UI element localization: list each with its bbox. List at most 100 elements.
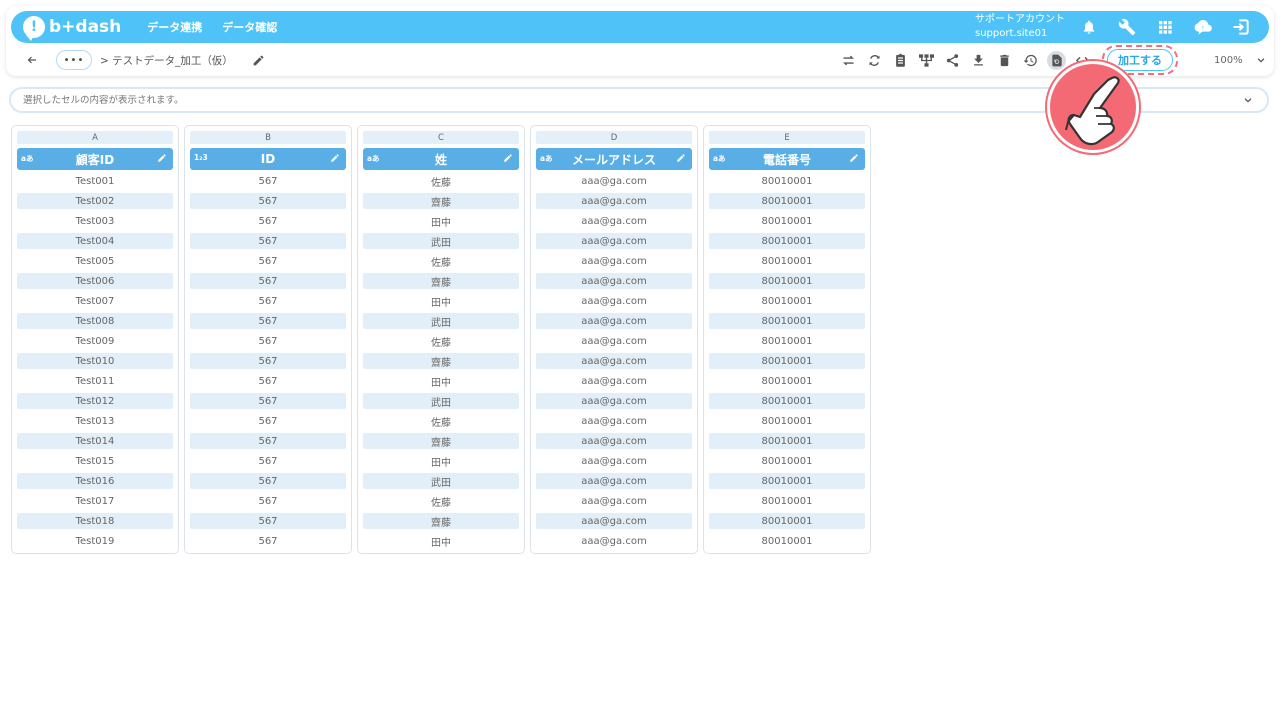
table-cell[interactable]: 齋藤 xyxy=(363,353,519,369)
zoom-select[interactable]: 100% xyxy=(1194,49,1270,71)
table-cell[interactable]: 佐藤 xyxy=(363,493,519,509)
table-cell[interactable]: 80010001 xyxy=(709,513,865,529)
table-cell[interactable]: Test012 xyxy=(17,393,173,409)
table-cell[interactable]: 567 xyxy=(190,173,346,189)
swap-icon[interactable] xyxy=(839,51,858,70)
table-cell[interactable]: 567 xyxy=(190,493,346,509)
table-cell[interactable]: aaa@ga.com xyxy=(536,173,692,189)
more-button[interactable]: ••• xyxy=(56,50,92,70)
table-cell[interactable]: aaa@ga.com xyxy=(536,513,692,529)
pencil-icon[interactable] xyxy=(502,152,514,164)
table-cell[interactable]: 80010001 xyxy=(709,253,865,269)
logout-icon[interactable] xyxy=(1231,17,1251,37)
table-cell[interactable]: Test011 xyxy=(17,373,173,389)
table-cell[interactable]: 齋藤 xyxy=(363,193,519,209)
wrench-icon[interactable] xyxy=(1117,17,1137,37)
table-cell[interactable]: 田中 xyxy=(363,533,519,549)
table-cell[interactable]: aaa@ga.com xyxy=(536,193,692,209)
table-cell[interactable]: 567 xyxy=(190,273,346,289)
column-header[interactable]: aあ 電話番号 xyxy=(709,148,865,170)
table-cell[interactable]: Test014 xyxy=(17,433,173,449)
table-cell[interactable]: 80010001 xyxy=(709,293,865,309)
table-cell[interactable]: 567 xyxy=(190,433,346,449)
table-cell[interactable]: 齋藤 xyxy=(363,513,519,529)
hierarchy-icon[interactable] xyxy=(917,51,936,70)
trash-icon[interactable] xyxy=(995,51,1014,70)
table-cell[interactable]: 武田 xyxy=(363,233,519,249)
column-header[interactable]: aあ メールアドレス xyxy=(536,148,692,170)
table-cell[interactable]: aaa@ga.com xyxy=(536,473,692,489)
table-cell[interactable]: Test006 xyxy=(17,273,173,289)
table-cell[interactable]: 567 xyxy=(190,333,346,349)
table-cell[interactable]: 80010001 xyxy=(709,193,865,209)
column-letter[interactable]: A xyxy=(17,131,173,144)
table-cell[interactable]: 567 xyxy=(190,313,346,329)
table-cell[interactable]: Test001 xyxy=(17,173,173,189)
logo[interactable]: ! b+dash xyxy=(23,16,121,41)
table-cell[interactable]: Test015 xyxy=(17,453,173,469)
table-cell[interactable]: 田中 xyxy=(363,453,519,469)
table-cell[interactable]: 佐藤 xyxy=(363,173,519,189)
table-cell[interactable]: 567 xyxy=(190,413,346,429)
table-cell[interactable]: 567 xyxy=(190,233,346,249)
table-cell[interactable]: 80010001 xyxy=(709,453,865,469)
table-cell[interactable]: Test019 xyxy=(17,533,173,549)
table-cell[interactable]: 田中 xyxy=(363,373,519,389)
table-cell[interactable]: 567 xyxy=(190,293,346,309)
table-cell[interactable]: aaa@ga.com xyxy=(536,233,692,249)
grid-icon[interactable] xyxy=(1155,17,1175,37)
table-cell[interactable]: 佐藤 xyxy=(363,333,519,349)
download-icon[interactable] xyxy=(969,51,988,70)
table-cell[interactable]: 佐藤 xyxy=(363,253,519,269)
table-cell[interactable]: 567 xyxy=(190,393,346,409)
history-icon[interactable] xyxy=(1021,51,1040,70)
table-cell[interactable]: aaa@ga.com xyxy=(536,293,692,309)
table-cell[interactable]: aaa@ga.com xyxy=(536,413,692,429)
table-cell[interactable]: 567 xyxy=(190,193,346,209)
table-cell[interactable]: 80010001 xyxy=(709,533,865,549)
table-cell[interactable]: aaa@ga.com xyxy=(536,213,692,229)
table-cell[interactable]: 567 xyxy=(190,513,346,529)
clipboard-icon[interactable] xyxy=(891,51,910,70)
table-cell[interactable]: aaa@ga.com xyxy=(536,353,692,369)
table-cell[interactable]: 80010001 xyxy=(709,393,865,409)
table-cell[interactable]: 80010001 xyxy=(709,233,865,249)
cell-content-input[interactable] xyxy=(23,94,1223,106)
table-cell[interactable]: Test016 xyxy=(17,473,173,489)
table-cell[interactable]: 齋藤 xyxy=(363,273,519,289)
table-cell[interactable]: 武田 xyxy=(363,313,519,329)
table-cell[interactable]: 80010001 xyxy=(709,273,865,289)
table-cell[interactable]: Test004 xyxy=(17,233,173,249)
table-cell[interactable]: 567 xyxy=(190,373,346,389)
bell-icon[interactable] xyxy=(1079,17,1099,37)
pencil-icon[interactable] xyxy=(675,152,687,164)
table-cell[interactable]: Test009 xyxy=(17,333,173,349)
table-cell[interactable]: aaa@ga.com xyxy=(536,433,692,449)
table-cell[interactable]: aaa@ga.com xyxy=(536,253,692,269)
table-cell[interactable]: 80010001 xyxy=(709,333,865,349)
share-icon[interactable] xyxy=(943,51,962,70)
pencil-icon[interactable] xyxy=(848,152,860,164)
table-cell[interactable]: aaa@ga.com xyxy=(536,493,692,509)
column-header[interactable]: 1₂3 ID xyxy=(190,148,346,170)
table-cell[interactable]: aaa@ga.com xyxy=(536,533,692,549)
table-cell[interactable]: 567 xyxy=(190,353,346,369)
table-cell[interactable]: Test018 xyxy=(17,513,173,529)
column-letter[interactable]: C xyxy=(363,131,519,144)
table-cell[interactable]: 田中 xyxy=(363,213,519,229)
table-cell[interactable]: 齋藤 xyxy=(363,433,519,449)
column-header[interactable]: aあ 姓 xyxy=(363,148,519,170)
sync-icon[interactable] xyxy=(865,51,884,70)
column-letter[interactable]: D xyxy=(536,131,692,144)
table-cell[interactable]: 佐藤 xyxy=(363,413,519,429)
chevron-down-icon[interactable] xyxy=(1241,93,1255,107)
back-arrow-icon[interactable] xyxy=(22,50,42,70)
table-cell[interactable]: aaa@ga.com xyxy=(536,333,692,349)
table-cell[interactable]: 80010001 xyxy=(709,493,865,509)
table-cell[interactable]: Test007 xyxy=(17,293,173,309)
table-cell[interactable]: aaa@ga.com xyxy=(536,273,692,289)
table-cell[interactable]: 80010001 xyxy=(709,213,865,229)
table-cell[interactable]: Test008 xyxy=(17,313,173,329)
table-cell[interactable]: Test003 xyxy=(17,213,173,229)
column-header[interactable]: aあ 顧客ID xyxy=(17,148,173,170)
